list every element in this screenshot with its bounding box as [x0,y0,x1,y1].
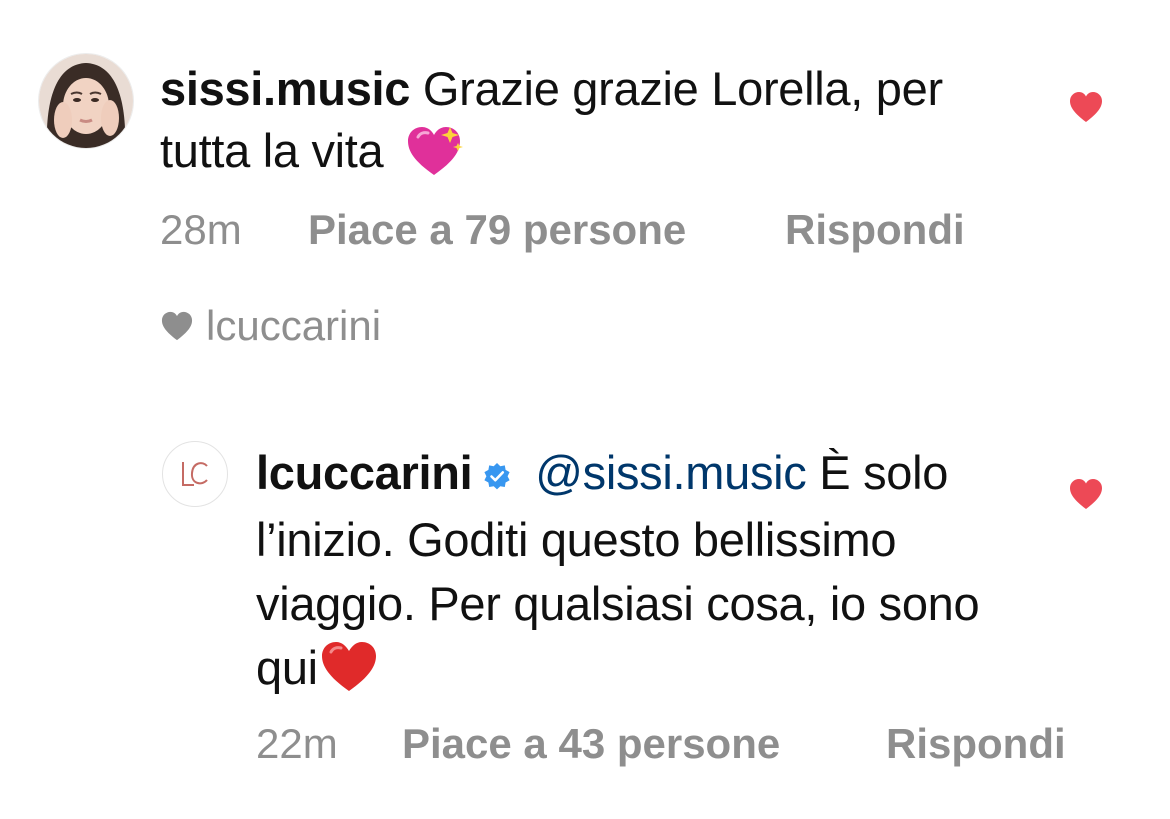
like-heart-icon[interactable] [1068,90,1104,124]
likes-count[interactable]: Piace a 79 persone [308,206,686,254]
lc-logo [182,462,208,486]
red-heart-icon [320,640,378,710]
reply-time: 22m [256,720,338,767]
heart-icon [161,311,193,341]
comment-username[interactable]: sissi.music [160,62,410,115]
reply-meta: 22m Piace a 43 persone Rispondi [256,720,1066,768]
liked-by-author: lcuccarini [160,302,381,350]
reply-button[interactable]: Rispondi [785,206,965,254]
reply-body: lcuccarini @sissi.music È solo l’inizio.… [256,441,1016,710]
comment-time: 28m [160,206,242,253]
reply-reply-button[interactable]: Rispondi [886,720,1066,768]
reply-username[interactable]: lcuccarini [256,446,473,499]
comment-meta: 28m Piace a 79 persone Rispondi [160,206,965,254]
mention-link[interactable]: @sissi.music [535,446,807,499]
comment-body: sissi.music Grazie grazie Lorella, per t… [160,58,1020,194]
reply-like-heart-icon[interactable] [1068,477,1104,511]
liked-by-username: lcuccarini [206,302,382,349]
sparkling-heart-icon [404,123,464,194]
reply-avatar[interactable] [162,441,228,507]
reply-likes-count[interactable]: Piace a 43 persone [402,720,780,768]
profile-photo [39,54,133,148]
verified-badge-icon [482,444,512,508]
avatar[interactable] [38,53,134,149]
